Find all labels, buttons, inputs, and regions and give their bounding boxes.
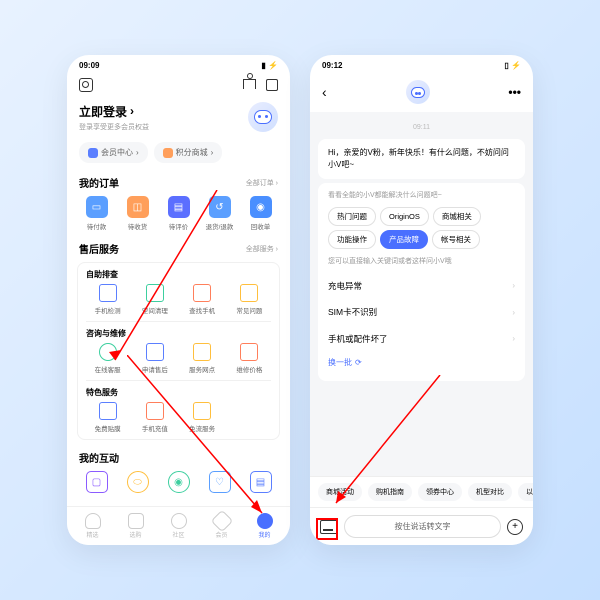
tab-member[interactable]: 会员 (214, 513, 230, 539)
interact-1[interactable]: ▢ (77, 471, 116, 493)
phone-left: 09:09 ▮ ⚡ 立即登录› 登录享受更多会员权益 会员中心› 积分商城› 我… (67, 55, 290, 545)
orders-all-link[interactable]: 全部订单 › (246, 178, 278, 188)
consult-outlets[interactable]: 服务网点 (181, 343, 224, 374)
service-header: 售后服务 全部服务 › (67, 235, 290, 258)
service-card: 自助排查 手机检测 空间清理 查找手机 常见问题 咨询与维修 在线客服 申请售后… (77, 262, 280, 440)
interact-5[interactable]: ▤ (241, 471, 280, 493)
order-recycle[interactable]: ◉回收单 (241, 196, 280, 231)
status-time: 09:12 (322, 61, 342, 70)
chip-hot[interactable]: 热门问题 (328, 207, 376, 226)
phone-right: 09:12 ▯ ⚡ ‹ ••• 09:11 Hi，亲爱的V粉，新年快乐！有什么问… (310, 55, 533, 545)
annotation-box (316, 518, 338, 540)
bchip-mall[interactable]: 商城活动 (318, 483, 362, 501)
login-section[interactable]: 立即登录› 登录享受更多会员权益 (67, 98, 290, 136)
chip-mall[interactable]: 商城相关 (433, 207, 481, 226)
chip-row: 热门问题 OriginOS 商城相关 功能操作 产品故障 帐号相关 (328, 207, 515, 250)
tab-bar: 精选 选购 社区 会员 我的 (67, 506, 290, 545)
interact-4[interactable]: ♡ (200, 471, 239, 493)
robot-icon (411, 87, 425, 98)
consult-price[interactable]: 维修价格 (228, 343, 271, 374)
self-find-phone[interactable]: 查找手机 (181, 284, 224, 315)
tab-mine[interactable]: 我的 (257, 513, 273, 539)
options-hint2: 您可以直接输入关键词或者这样问小V哦 (328, 257, 515, 268)
scroll-area[interactable]: 我的订单 全部订单 › ▭待付款 ◫待收货 ▤待评价 ↺退货/退款 ◉回收单 售… (67, 169, 290, 506)
special-data[interactable]: 免流服务 (181, 402, 224, 433)
self-phone-check[interactable]: 手机检测 (86, 284, 129, 315)
scan-icon[interactable] (266, 79, 278, 91)
special-title: 特色服务 (86, 387, 271, 402)
input-bar: 按住说话转文字 + (310, 507, 533, 545)
self-faq[interactable]: 常见问题 (228, 284, 271, 315)
status-bar: 09:09 ▮ ⚡ (67, 55, 290, 72)
options-bubble: 看看全能的小V都能解决什么问题吧~ 热门问题 OriginOS 商城相关 功能操… (318, 183, 525, 381)
status-icons: ▯ ⚡ (504, 61, 521, 70)
interact-3[interactable]: ◉ (159, 471, 198, 493)
login-subtitle: 登录享受更多会员权益 (79, 122, 149, 132)
self-space-clean[interactable]: 空间清理 (133, 284, 176, 315)
chip-fault[interactable]: 产品故障 (380, 230, 428, 249)
order-pending-review[interactable]: ▤待评价 (159, 196, 198, 231)
interact-2[interactable]: ⬭ (118, 471, 157, 493)
avatar[interactable] (248, 102, 278, 132)
special-recharge[interactable]: 手机充值 (133, 402, 176, 433)
chip-function[interactable]: 功能操作 (328, 230, 376, 249)
bchip-coupon[interactable]: 领券中心 (418, 483, 462, 501)
order-pending-pay[interactable]: ▭待付款 (77, 196, 116, 231)
row-sim[interactable]: SIM卡不识别› (328, 299, 515, 326)
special-film[interactable]: 免费贴膜 (86, 402, 129, 433)
options-hint: 看看全能的小V都能解决什么问题吧~ (328, 191, 515, 202)
bottom-chips[interactable]: 商城活动 购机指南 领券中心 机型对比 以 (310, 476, 533, 507)
self-title: 自助排查 (86, 269, 271, 284)
greeting-bubble: Hi，亲爱的V粉，新年快乐！有什么问题，不妨问问小V吧~ (318, 139, 525, 179)
orders-grid: ▭待付款 ◫待收货 ▤待评价 ↺退货/退款 ◉回收单 (67, 192, 290, 235)
order-pending-receive[interactable]: ◫待收货 (118, 196, 157, 231)
row-broken[interactable]: 手机或配件坏了› (328, 326, 515, 353)
settings-icon[interactable] (79, 78, 93, 92)
tab-featured[interactable]: 精选 (85, 513, 101, 539)
consult-online[interactable]: 在线客服 (86, 343, 129, 374)
status-bar: 09:12 ▯ ⚡ (310, 55, 533, 72)
chip-originos[interactable]: OriginOS (380, 207, 429, 226)
pill-points[interactable]: 积分商城› (154, 142, 223, 163)
plus-button[interactable]: + (507, 519, 523, 535)
service-all-link[interactable]: 全部服务 › (246, 244, 278, 254)
voice-input[interactable]: 按住说话转文字 (344, 515, 501, 538)
bchip-guide[interactable]: 购机指南 (368, 483, 412, 501)
chip-account[interactable]: 帐号相关 (432, 230, 480, 249)
chat-body[interactable]: 09:11 Hi，亲爱的V粉，新年快乐！有什么问题，不妨问问小V吧~ 看看全能的… (310, 112, 533, 476)
order-refund[interactable]: ↺退货/退款 (200, 196, 239, 231)
bchip-more[interactable]: 以 (518, 483, 533, 501)
row-charge[interactable]: 充电异常› (328, 273, 515, 300)
pill-member[interactable]: 会员中心› (79, 142, 148, 163)
tab-community[interactable]: 社区 (171, 513, 187, 539)
pill-row: 会员中心› 积分商城› (67, 136, 290, 169)
refresh-link[interactable]: 换一批⟳ (328, 353, 515, 373)
back-button[interactable]: ‹ (322, 84, 327, 100)
orders-header: 我的订单 全部订单 › (67, 169, 290, 192)
shop-header (67, 72, 290, 98)
login-title: 立即登录› (79, 103, 149, 120)
interact-grid: ▢ ⬭ ◉ ♡ ▤ (67, 467, 290, 499)
more-button[interactable]: ••• (508, 85, 521, 99)
tab-shop[interactable]: 选购 (128, 513, 144, 539)
interact-header: 我的互动 (67, 444, 290, 467)
consult-aftersale[interactable]: 申请售后 (133, 343, 176, 374)
cart-icon[interactable] (243, 79, 256, 89)
bchip-compare[interactable]: 机型对比 (468, 483, 512, 501)
status-time: 09:09 (79, 61, 99, 70)
chat-avatar (406, 80, 430, 104)
consult-title: 咨询与维修 (86, 328, 271, 343)
status-icons: ▮ ⚡ (261, 61, 278, 70)
chat-header: ‹ ••• (310, 72, 533, 112)
chat-timestamp: 09:11 (318, 120, 525, 135)
robot-icon (254, 110, 272, 124)
